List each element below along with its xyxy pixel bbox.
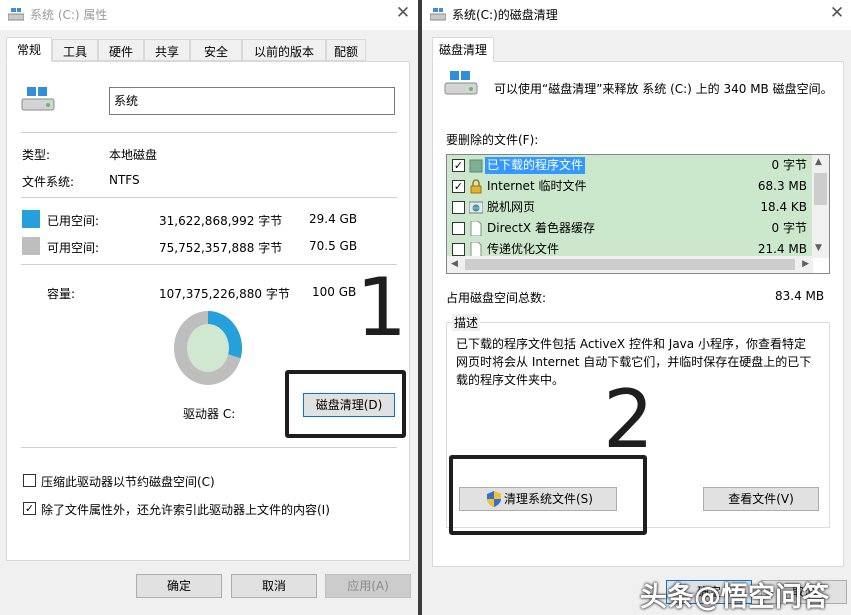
scroll-thumb[interactable] bbox=[465, 259, 795, 270]
capacity-size: 100 GB bbox=[312, 285, 357, 299]
drive-letter-label: 驱动器 C: bbox=[183, 407, 236, 421]
close-icon[interactable]: ✕ bbox=[393, 3, 413, 23]
used-space-swatch bbox=[22, 210, 40, 228]
usage-donut-chart bbox=[174, 311, 242, 385]
scroll-left-icon[interactable]: ◀ bbox=[451, 259, 458, 269]
title-bar: 系统 (C:) 属性 ✕ bbox=[0, 0, 418, 30]
window-title: 系统 (C:) 属性 bbox=[30, 8, 108, 22]
general-page: 系统 类型: 本地磁盘 文件系统: NTFS 已用空间: 31,622,868,… bbox=[6, 61, 410, 561]
total-space-label: 占用磁盘空间总数: bbox=[446, 291, 547, 305]
vertical-scrollbar[interactable]: ▲ ▼ bbox=[812, 155, 829, 258]
used-space-size: 29.4 GB bbox=[309, 212, 358, 226]
disk-cleanup-icon bbox=[444, 71, 478, 95]
type-value: 本地磁盘 bbox=[109, 148, 158, 162]
file-size: 68.3 MB bbox=[757, 179, 807, 193]
file-list-row[interactable]: DirectX 着色器缓存 0 字节 bbox=[447, 218, 813, 239]
drive-icon bbox=[21, 87, 55, 111]
webpage-icon bbox=[468, 200, 484, 215]
file-size: 0 字节 bbox=[771, 158, 807, 172]
scroll-down-icon[interactable]: ▼ bbox=[815, 243, 822, 253]
tab-sharing[interactable]: 共享 bbox=[144, 39, 190, 61]
used-space-label: 已用空间: bbox=[47, 214, 100, 228]
watermark: 头条@悟空问答 bbox=[640, 582, 829, 613]
tab-quota[interactable]: 配额 bbox=[326, 39, 366, 61]
files-to-delete-list[interactable]: ✓ 已下载的程序文件 0 字节 ✓ Internet 临时文件 68.3 MB 脱机网页 18… bbox=[446, 154, 830, 274]
file-checkbox[interactable] bbox=[452, 243, 465, 256]
file-list-row[interactable]: 脱机网页 18.4 KB bbox=[447, 197, 813, 218]
disk-cleanup-icon bbox=[430, 8, 446, 21]
divider bbox=[21, 197, 397, 198]
total-space-value: 83.4 MB bbox=[775, 289, 825, 303]
index-contents-label: 除了文件属性外，还允许索引此驱动器上文件的内容(I) bbox=[41, 503, 330, 517]
file-icon bbox=[469, 241, 483, 258]
files-to-delete-label: 要删除的文件(F): bbox=[446, 133, 539, 147]
file-name: 脱机网页 bbox=[487, 200, 536, 214]
tab-tools[interactable]: 工具 bbox=[52, 39, 98, 61]
tab-disk-cleanup[interactable]: 磁盘清理 bbox=[432, 37, 494, 62]
free-space-swatch bbox=[22, 237, 40, 255]
ok-button[interactable]: 确定 bbox=[136, 574, 222, 598]
tab-previous-versions[interactable]: 以前的版本 bbox=[242, 39, 326, 61]
file-icon bbox=[469, 220, 483, 237]
drive-icon bbox=[8, 8, 24, 21]
file-name: Internet 临时文件 bbox=[487, 179, 587, 193]
window-title: 系统(C:)的磁盘清理 bbox=[452, 8, 558, 22]
index-contents-checkbox[interactable]: ✓ bbox=[23, 502, 36, 515]
capacity-bytes: 107,375,226,880 字节 bbox=[159, 287, 290, 301]
scroll-thumb[interactable] bbox=[814, 173, 827, 205]
free-space-size: 70.5 GB bbox=[309, 239, 358, 253]
folder-icon bbox=[469, 158, 483, 173]
divider bbox=[21, 132, 397, 133]
annotation-box-2 bbox=[449, 455, 647, 535]
annotation-number-2: 2 bbox=[603, 373, 654, 466]
file-list-row[interactable]: ✓ Internet 临时文件 68.3 MB bbox=[447, 176, 813, 197]
annotation-box-1 bbox=[285, 370, 406, 438]
file-name: 已下载的程序文件 bbox=[485, 157, 586, 174]
free-space-bytes: 75,752,357,888 字节 bbox=[159, 241, 283, 255]
used-space-bytes: 31,622,868,992 字节 bbox=[159, 214, 283, 228]
description-title: 描述 bbox=[452, 314, 481, 331]
file-checkbox[interactable] bbox=[452, 201, 465, 214]
tab-hardware[interactable]: 硬件 bbox=[98, 39, 144, 61]
compress-drive-label: 压缩此驱动器以节约磁盘空间(C) bbox=[41, 475, 215, 489]
file-size: 18.4 KB bbox=[760, 200, 807, 214]
divider bbox=[21, 264, 397, 265]
tab-security[interactable]: 安全 bbox=[190, 39, 242, 61]
compress-drive-checkbox[interactable] bbox=[23, 474, 36, 487]
scroll-right-icon[interactable]: ▶ bbox=[802, 259, 809, 269]
cancel-button[interactable]: 取消 bbox=[231, 574, 317, 598]
capacity-label: 容量: bbox=[47, 287, 76, 301]
drive-name-input[interactable]: 系统 bbox=[109, 87, 395, 115]
free-space-label: 可用空间: bbox=[47, 241, 100, 255]
title-bar: 系统(C:)的磁盘清理 ✕ bbox=[422, 0, 851, 30]
lock-icon bbox=[469, 179, 483, 194]
file-checkbox[interactable]: ✓ bbox=[452, 159, 465, 172]
filesystem-value: NTFS bbox=[109, 173, 140, 187]
filesystem-label: 文件系统: bbox=[22, 175, 75, 189]
file-size: 0 字节 bbox=[771, 221, 807, 235]
close-icon[interactable]: ✕ bbox=[827, 3, 847, 23]
view-files-button[interactable]: 查看文件(V) bbox=[703, 487, 819, 511]
divider bbox=[21, 447, 397, 448]
file-name: DirectX 着色器缓存 bbox=[487, 221, 595, 235]
file-checkbox[interactable]: ✓ bbox=[452, 180, 465, 193]
cleanup-intro-text: 可以使用“磁盘清理”来释放 系统 (C:) 上的 340 MB 磁盘空间。 bbox=[494, 82, 833, 96]
type-label: 类型: bbox=[22, 148, 51, 162]
file-checkbox[interactable] bbox=[452, 222, 465, 235]
file-list-row[interactable]: ✓ 已下载的程序文件 0 字节 bbox=[447, 155, 813, 176]
tab-general[interactable]: 常规 bbox=[6, 37, 52, 62]
scroll-up-icon[interactable]: ▲ bbox=[815, 157, 822, 167]
annotation-number-1: 1 bbox=[356, 261, 407, 354]
horizontal-scrollbar[interactable]: ◀ ▶ bbox=[447, 256, 813, 273]
apply-button[interactable]: 应用(A) bbox=[325, 574, 411, 598]
